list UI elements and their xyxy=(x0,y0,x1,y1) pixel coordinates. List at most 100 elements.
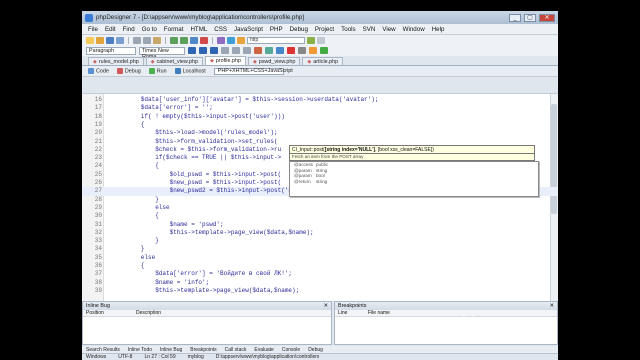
save-icon[interactable] xyxy=(106,36,114,44)
paste-icon[interactable] xyxy=(153,36,161,44)
panel-tab-evaluate[interactable]: Evaluate xyxy=(254,347,273,353)
link-icon[interactable] xyxy=(276,47,284,54)
menu-item-format[interactable]: Format xyxy=(164,26,184,33)
code-line[interactable]: 33 } xyxy=(82,237,558,245)
code-line[interactable]: 17 $data['error'] = ''; xyxy=(82,104,558,112)
file-tab-label: profile.php xyxy=(215,58,241,64)
font-select[interactable]: Times New Roma xyxy=(139,46,185,60)
code-text: $old_pswd = $this->input->post( xyxy=(112,170,282,178)
code-line[interactable]: 32 $this->template->page_view($data,$nam… xyxy=(82,229,558,237)
tooltip-suffix: , [bool xss_clean=FALSE]) xyxy=(375,147,434,153)
save-all-icon[interactable] xyxy=(116,36,124,44)
panel-tab-debug[interactable]: Debug xyxy=(308,347,323,353)
panel-tab-console[interactable]: Console xyxy=(282,347,300,353)
menu-item-find[interactable]: Find xyxy=(123,26,135,33)
preview-icon[interactable] xyxy=(217,36,225,44)
run-button[interactable]: Run xyxy=(148,67,167,74)
file-tab[interactable]: ◆ cabinet_view.php xyxy=(145,57,203,65)
align-right-icon[interactable] xyxy=(243,47,251,54)
code-line[interactable]: 18 if( ! empty($this->input->post('user'… xyxy=(82,113,558,121)
check-icon[interactable] xyxy=(320,47,328,54)
col-file-name[interactable]: File name xyxy=(368,310,390,316)
menu-item-html[interactable]: HTML xyxy=(190,26,207,33)
menu-item-javascript[interactable]: JavaScript xyxy=(234,26,263,33)
close-icon[interactable]: ✕ xyxy=(549,302,554,310)
code-editor[interactable]: 16 $data['user_info']['avatar'] = $this-… xyxy=(82,93,558,301)
file-tab[interactable]: ◆ pswd_view.php xyxy=(247,57,301,65)
menu-item-view[interactable]: View xyxy=(382,26,395,33)
form-icon[interactable] xyxy=(309,47,317,54)
menu-item-edit[interactable]: Edit xyxy=(105,26,116,33)
minimize-button[interactable]: _ xyxy=(509,13,521,22)
browser-icon[interactable] xyxy=(227,36,235,44)
panel-tab-call-stack[interactable]: Call stack xyxy=(225,347,247,353)
code-line[interactable]: 34 } xyxy=(82,245,558,253)
go-icon[interactable] xyxy=(307,36,315,44)
cut-icon[interactable] xyxy=(133,36,141,44)
line-number: 16 xyxy=(94,96,102,103)
settings-icon[interactable] xyxy=(317,36,325,44)
line-number: 24 xyxy=(94,162,102,170)
underline-icon[interactable] xyxy=(210,47,218,54)
replace-icon[interactable] xyxy=(200,36,208,44)
code-line[interactable]: 31 $name = 'pswd'; xyxy=(82,221,558,229)
new-file-icon[interactable] xyxy=(86,36,94,44)
autocomplete-item[interactable]: @return string xyxy=(290,179,538,185)
menu-item-css[interactable]: CSS xyxy=(214,26,227,33)
autocomplete-popup[interactable]: @access public @param string @param bool @retu… xyxy=(289,161,539,197)
menu-item-debug[interactable]: Debug xyxy=(290,26,308,33)
find-icon[interactable] xyxy=(190,36,198,44)
undo-icon[interactable] xyxy=(170,36,178,44)
redo-icon[interactable] xyxy=(180,36,188,44)
code-line[interactable]: 30 { xyxy=(82,212,558,220)
italic-icon[interactable] xyxy=(199,47,207,54)
panel-tab-search-results[interactable]: Search Results xyxy=(86,347,120,353)
align-left-icon[interactable] xyxy=(221,47,229,54)
menu-item-file[interactable]: File xyxy=(88,26,98,33)
code-line[interactable]: 29 else xyxy=(82,204,558,212)
paragraph-select[interactable]: Paragraph xyxy=(86,46,136,55)
menu-item-help[interactable]: Help xyxy=(432,26,445,33)
col-line[interactable]: Line xyxy=(338,310,368,316)
menu-item-project[interactable]: Project xyxy=(315,26,334,33)
menu-item-go-to[interactable]: Go to xyxy=(142,26,157,33)
code-line[interactable]: 38 $name = 'info'; xyxy=(82,279,558,287)
menu-item-php[interactable]: PHP xyxy=(270,26,283,33)
debug-tab[interactable]: Debug xyxy=(116,67,141,74)
code-line[interactable]: 16 $data['user_info']['avatar'] = $this-… xyxy=(82,96,558,104)
code-line[interactable]: 19 { xyxy=(82,121,558,129)
ftp-icon[interactable] xyxy=(237,36,245,44)
code-line[interactable]: 35 else xyxy=(82,254,558,262)
menu-item-window[interactable]: Window xyxy=(403,26,425,33)
code-line[interactable]: 20 $this->load->model('rules_model'); xyxy=(82,129,558,137)
code-text: $data['user_info']['avatar'] = $this->se… xyxy=(112,96,379,103)
close-icon[interactable]: ✕ xyxy=(323,302,328,310)
menu-item-tools[interactable]: Tools xyxy=(341,26,355,33)
code-line[interactable]: 37 $data['error'] = 'Войдите в свой ЛК!'… xyxy=(82,270,558,278)
file-tab[interactable]: ◆ rules_model.php xyxy=(88,57,144,65)
col-description[interactable]: Description xyxy=(136,310,161,316)
list-icon[interactable] xyxy=(265,47,273,54)
maximize-button[interactable]: ▢ xyxy=(524,13,536,22)
align-center-icon[interactable] xyxy=(232,47,240,54)
col-position[interactable]: Position xyxy=(86,310,136,316)
doctype-select[interactable]: PHP+XHTML+CSS+JavaScript xyxy=(213,67,293,75)
panel-tab-breakpoints[interactable]: Breakpoints xyxy=(190,347,216,353)
image-icon[interactable] xyxy=(287,47,295,54)
font-color-icon[interactable] xyxy=(254,47,262,54)
table-icon[interactable] xyxy=(298,47,306,54)
panel-tab-inline-todo[interactable]: Inline Todo xyxy=(128,347,152,353)
file-tab[interactable]: ◆ article.php xyxy=(302,57,344,65)
code-tab[interactable]: Code xyxy=(88,67,109,74)
bold-icon[interactable] xyxy=(188,47,196,54)
copy-icon[interactable] xyxy=(143,36,151,44)
code-line[interactable]: 39 $this->template->page_view($data,$nam… xyxy=(82,287,558,295)
close-button[interactable]: ✕ xyxy=(539,13,555,22)
file-tab[interactable]: ◆ profile.php xyxy=(204,56,246,65)
open-folder-icon[interactable] xyxy=(96,36,104,44)
address-input[interactable]: http xyxy=(247,36,305,44)
code-line[interactable]: 36 { xyxy=(82,262,558,270)
panel-tab-inline-bug[interactable]: Inline Bug xyxy=(160,347,182,353)
menu-item-svn[interactable]: SVN xyxy=(363,26,376,33)
server-select[interactable]: Localhost xyxy=(174,67,206,74)
